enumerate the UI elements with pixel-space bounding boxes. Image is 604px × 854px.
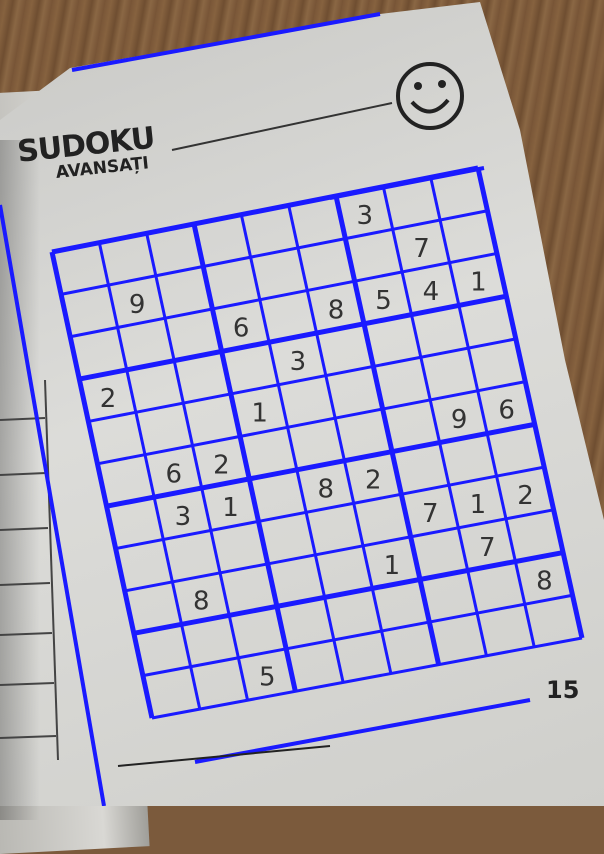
sudoku-given-digit: 2 <box>100 384 117 414</box>
sudoku-given-digit: 4 <box>423 277 440 307</box>
sudoku-given-digit: 2 <box>365 466 382 496</box>
sudoku-given-digit: 1 <box>470 268 487 298</box>
sudoku-given-digit: 7 <box>479 533 496 563</box>
sudoku-given-digit: 3 <box>290 347 307 377</box>
grid-column-line <box>97 242 202 710</box>
sudoku-given-digit: 8 <box>536 567 553 597</box>
sudoku-given-digit: 8 <box>317 475 334 505</box>
sudoku-given-digit: 3 <box>357 201 374 231</box>
sudoku-given-digit: 8 <box>193 587 210 617</box>
sudoku-grid-overlay <box>49 165 585 720</box>
sudoku-given-digit: 9 <box>129 290 146 320</box>
sudoku-given-digit: 7 <box>422 499 439 529</box>
left-edge-overlay <box>0 204 106 806</box>
sudoku-scene: 39768 5 4 12316 29 63 18 27 1 281785 <box>0 12 585 806</box>
footer-rule-top <box>194 698 531 764</box>
grid-column-line <box>49 251 155 719</box>
footer-rule-bottom <box>117 745 331 767</box>
sudoku-given-digit: 8 <box>328 295 345 325</box>
smiley-face-icon <box>396 62 464 130</box>
sudoku-given-digit: 6 <box>233 314 250 344</box>
sudoku-given-digit: 1 <box>222 493 239 523</box>
top-rule-overlay <box>71 12 381 72</box>
sudoku-given-digit: 5 <box>375 286 392 316</box>
sudoku-given-digit: 1 <box>470 490 487 520</box>
page-number: 15 <box>546 676 580 704</box>
grid-row-line <box>151 636 583 720</box>
sudoku-given-digit: 6 <box>166 459 183 489</box>
sudoku-given-digit: 3 <box>175 502 192 532</box>
grid-top-fragment <box>329 166 485 200</box>
sudoku-given-digit: 1 <box>384 551 401 581</box>
sudoku-given-digit: 1 <box>251 399 268 429</box>
sudoku-given-digit: 2 <box>517 481 534 511</box>
sudoku-given-digit: 5 <box>259 663 276 693</box>
left-page-grid <box>0 379 59 761</box>
sudoku-given-digit: 7 <box>413 234 430 264</box>
sudoku-given-digit: 2 <box>213 450 230 480</box>
sudoku-given-digit: 6 <box>498 396 515 426</box>
header-rule <box>171 102 393 151</box>
sudoku-given-digit: 9 <box>451 405 468 435</box>
